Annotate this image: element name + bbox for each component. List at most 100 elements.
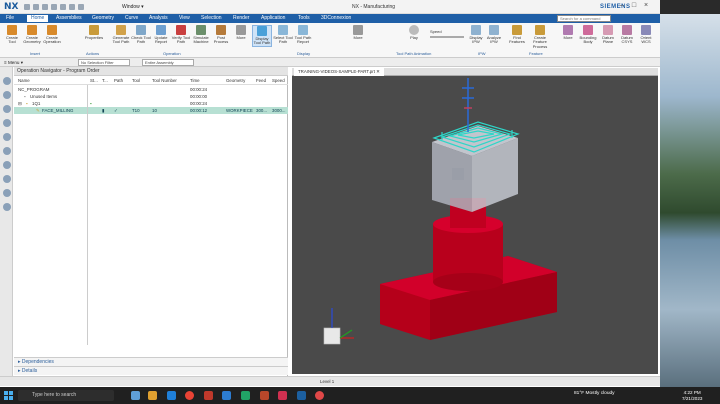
col-tool[interactable]: Tool (132, 77, 140, 85)
menu-application[interactable]: Application (257, 15, 289, 22)
dependencies-panel[interactable]: ▸ Dependencies (14, 357, 288, 366)
app-icon[interactable] (278, 391, 287, 400)
graphics-window[interactable] (292, 76, 658, 374)
palette-icon[interactable] (3, 189, 11, 197)
assembly-scope-select[interactable]: Entire Assembly (142, 59, 194, 66)
roles-icon[interactable] (3, 203, 11, 211)
table-row[interactable]: ▪ Unused Items 00:00:00 (14, 93, 288, 100)
app-logo: NX (4, 2, 19, 12)
selection-filter-select[interactable]: No Selection Filter (78, 59, 130, 66)
recorder-icon[interactable] (315, 391, 324, 400)
col-time[interactable]: Time (190, 77, 200, 85)
more-operation-button[interactable]: More (231, 25, 251, 40)
more-feature-button[interactable]: More (558, 25, 578, 40)
find-features-button[interactable]: Find Features (507, 25, 527, 45)
weather-widget[interactable]: 81°F Mostly cloudy (574, 391, 615, 396)
clock[interactable]: 4:22 PM 7/21/2023 (682, 390, 702, 401)
file-explorer-icon[interactable] (148, 391, 157, 400)
play-button[interactable]: Play (404, 25, 424, 40)
create-geometry-button[interactable]: Create Geometry (22, 25, 42, 45)
minimize-icon[interactable]: – (616, 2, 628, 9)
menu-render[interactable]: Render (229, 15, 253, 22)
cut-icon[interactable] (51, 4, 57, 10)
task-view-icon[interactable] (131, 391, 140, 400)
feature-navigator-icon[interactable] (3, 147, 11, 155)
navigator-icon[interactable] (3, 77, 11, 85)
col-path[interactable]: Path (114, 77, 123, 85)
col-geometry[interactable]: Geometry (226, 77, 245, 85)
simulate-machine-button[interactable]: Simulate Machine (191, 25, 211, 45)
menu-view[interactable]: View (175, 15, 194, 22)
col-name[interactable]: Name (18, 77, 30, 85)
machine-tool-icon[interactable] (3, 105, 11, 113)
table-row[interactable]: ⊟ ▪ 1Q1 ▪ 00:00:24 (14, 100, 288, 107)
check-tool-path-button[interactable]: Check Tool Path (131, 25, 151, 45)
menu-curve[interactable]: Curve (121, 15, 142, 22)
navigator-header: Name St... T... Path Tool Tool Number Ti… (14, 77, 288, 85)
table-row[interactable]: NC_PROGRAM 00:00:24 (14, 86, 288, 93)
select-tool-path-button[interactable]: Select Tool Path (273, 25, 293, 45)
maximize-icon[interactable]: □ (628, 2, 640, 9)
orient-wcs-button[interactable]: Orient WCS (636, 25, 656, 45)
chrome-icon[interactable] (185, 391, 194, 400)
copy-icon[interactable] (60, 4, 66, 10)
create-tool-button[interactable]: Create Tool (2, 25, 22, 45)
menu-analysis[interactable]: Analysis (145, 15, 172, 22)
command-search-input[interactable]: Search for a command (557, 15, 611, 22)
redo-icon[interactable] (42, 4, 48, 10)
part-file-tab[interactable]: TRAINING-VIDEOS-SAMPLE-PART.prt ✕ (294, 68, 384, 76)
menu-assemblies[interactable]: Assemblies (52, 15, 86, 22)
paste-icon[interactable] (69, 4, 75, 10)
edge-icon[interactable] (167, 391, 176, 400)
menu-geometry[interactable]: Geometry (88, 15, 118, 22)
menu-tools[interactable]: Tools (294, 15, 314, 22)
create-operation-button[interactable]: Create Operation (42, 25, 62, 45)
col-tool-number[interactable]: Tool Number (152, 77, 177, 85)
table-row-selected[interactable]: ✎ FACE_MILLING ▮ ✓ T10 10 00:00:12 WORKP… (14, 107, 288, 114)
navigator-title: Operation Navigator - Program Order (14, 67, 288, 76)
menu-3dconnexion[interactable]: 3DConnexion (317, 15, 355, 22)
windows-start-icon[interactable] (4, 391, 13, 400)
excel-icon[interactable] (241, 391, 250, 400)
word-icon[interactable] (222, 391, 231, 400)
taskbar-search-input[interactable]: Type here to search (18, 390, 114, 401)
delete-icon[interactable] (78, 4, 84, 10)
outlook-icon[interactable] (297, 391, 306, 400)
part-navigator-icon[interactable] (3, 91, 11, 99)
datum-plane-button[interactable]: Datum Plane (598, 25, 618, 45)
history-icon[interactable] (3, 161, 11, 169)
save-icon[interactable] (24, 4, 30, 10)
menu-dropdown[interactable]: ≡ Menu ▾ (4, 59, 23, 66)
col-feed[interactable]: Feed (256, 77, 266, 85)
col-t[interactable]: T... (102, 77, 108, 85)
menu-file[interactable]: File (2, 15, 18, 22)
create-feature-process-button[interactable]: Create Feature Process (530, 25, 550, 49)
web-browser-icon[interactable] (3, 175, 11, 183)
display-tool-path-button[interactable]: Display Tool Path (252, 25, 272, 47)
generate-tool-path-button[interactable]: Generate Tool Path (111, 25, 131, 45)
close-icon[interactable]: × (640, 2, 652, 9)
method-view-icon[interactable] (3, 133, 11, 141)
col-status[interactable]: St... (90, 77, 98, 85)
geometry-view-icon[interactable] (3, 119, 11, 127)
nx-taskbar-icon[interactable] (204, 391, 213, 400)
post-process-button[interactable]: Post Process (211, 25, 231, 45)
speed-slider[interactable]: Speed (430, 29, 464, 38)
verify-tool-path-button[interactable]: Verify Tool Path (171, 25, 191, 45)
analyze-ipw-button[interactable]: Analyze IPW (484, 25, 504, 45)
menu-home[interactable]: Home (27, 15, 49, 22)
bounding-body-button[interactable]: Bounding Body (578, 25, 598, 45)
update-report-button[interactable]: Update Report (151, 25, 171, 45)
more-display-button[interactable]: More (348, 25, 368, 40)
display-ipw-button[interactable]: Display IPW (466, 25, 486, 45)
datum-csys-button[interactable]: Datum CSYS (617, 25, 637, 45)
col-speed[interactable]: Speed (272, 77, 285, 85)
menu-selection[interactable]: Selection (197, 15, 226, 22)
properties-button[interactable]: Properties (84, 25, 104, 40)
window-menu[interactable]: Window ▾ (122, 4, 144, 10)
tool-path-report-button[interactable]: Tool Path Report (293, 25, 313, 45)
powerpoint-icon[interactable] (260, 391, 269, 400)
details-panel[interactable]: ▸ Details (14, 366, 288, 375)
clock-date: 7/21/2023 (682, 395, 703, 401)
undo-icon[interactable] (33, 4, 39, 10)
